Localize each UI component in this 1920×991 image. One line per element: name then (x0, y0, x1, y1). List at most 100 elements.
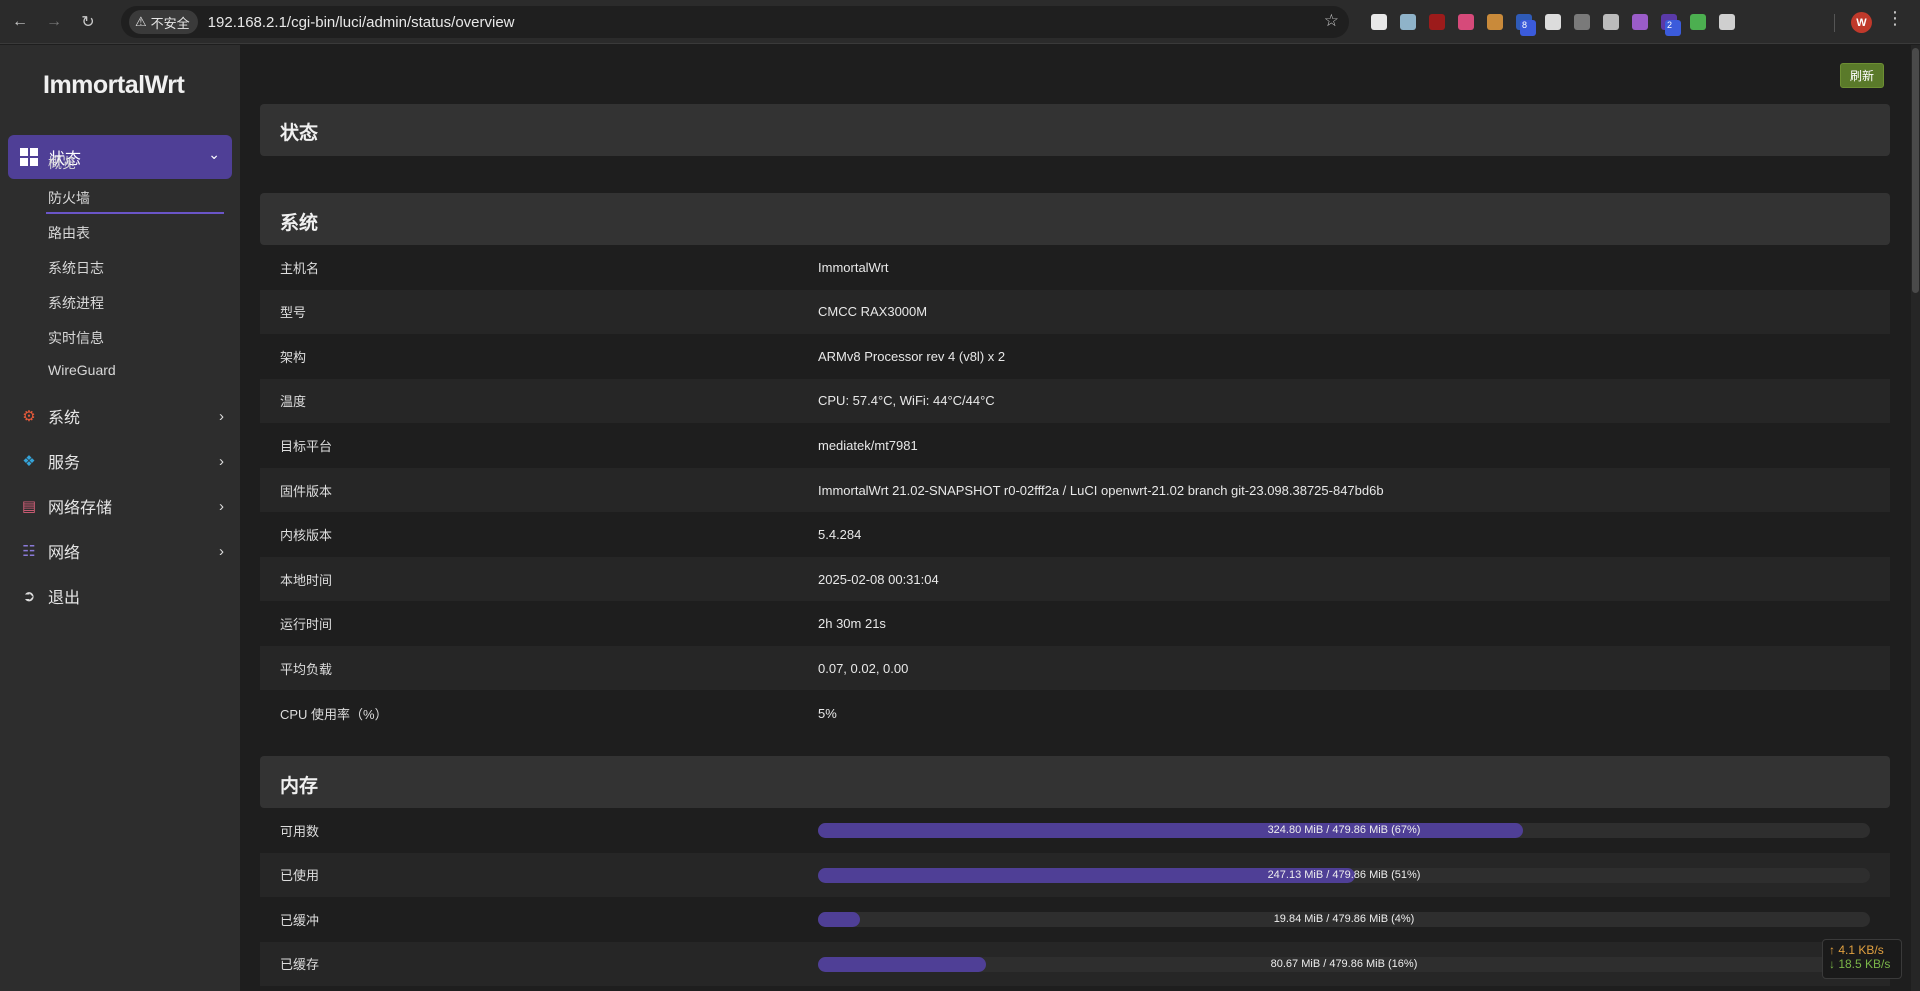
ext-bitwarden-icon[interactable]: 8 (1509, 8, 1538, 36)
row-label: 固件版本 (280, 483, 333, 499)
system-row: 内核版本 5.4.284 (260, 513, 1890, 557)
back-icon[interactable]: ← (6, 8, 34, 36)
page-scrollbar[interactable] (1911, 45, 1920, 991)
row-label: 运行时间 (280, 617, 333, 633)
ext-ublock-icon[interactable] (1422, 8, 1451, 36)
browser-menu-icon[interactable]: ⋮ (1886, 8, 1904, 29)
submenu-processes[interactable]: 系统进程 (48, 293, 104, 313)
row-value: CMCC RAX3000M (818, 304, 928, 320)
menu-nas-label: 网络存储 (48, 500, 113, 517)
row-value: CPU: 57.4°C, WiFi: 44°C/44°C (818, 393, 995, 409)
system-row: 本地时间 2025-02-08 00:31:04 (260, 557, 1890, 602)
bookmark-star-icon[interactable]: ☆ (1324, 11, 1339, 31)
browser-toolbar: ← → ↻ ⚠ 不安全 192.168.2.1/cgi-bin/luci/adm… (0, 0, 1920, 44)
row-label: 本地时间 (280, 572, 333, 588)
row-value: 2025-02-08 00:31:04 (818, 571, 939, 587)
row-value: ARMv8 Processor rev 4 (v8l) x 2 (818, 348, 1006, 364)
chevron-right-icon: › (219, 542, 224, 560)
progress-label: 324.80 MiB / 479.86 MiB (67%) (1267, 824, 1421, 836)
row-label: CPU 使用率（%） (280, 706, 388, 722)
extension-badge: 2 (1665, 20, 1681, 36)
menu-network-label: 网络 (48, 545, 81, 562)
toolbar-divider (1834, 14, 1835, 32)
extensions-bar: 82 (1364, 8, 1741, 36)
network-speed-widget: ↑ 4.1 KB/s ↓ 18.5 KB/s (1822, 939, 1902, 979)
submenu-wireguard[interactable]: WireGuard (48, 362, 116, 378)
memory-progress-bar: 19.84 MiB / 479.86 MiB (4%) (818, 912, 1870, 928)
system-row: 主机名 ImmortalWrt (260, 245, 1890, 289)
ext-translate-icon[interactable] (1451, 8, 1480, 36)
url-text[interactable]: 192.168.2.1/cgi-bin/luci/admin/status/ov… (208, 14, 515, 31)
scrollbar-thumb[interactable] (1912, 48, 1919, 293)
security-chip[interactable]: ⚠ 不安全 (129, 10, 198, 34)
memory-progress-bar: 80.67 MiB / 479.86 MiB (16%) (818, 956, 1870, 972)
row-value: 5.4.284 (818, 527, 862, 543)
memory-section-title: 内存 (280, 776, 319, 797)
submenu-overview[interactable]: 概览 (48, 153, 76, 173)
ext-10-icon[interactable]: 2 (1654, 8, 1683, 36)
profile-avatar[interactable]: W (1851, 12, 1872, 33)
forward-icon[interactable]: → (40, 8, 68, 36)
ext-7-icon[interactable] (1567, 8, 1596, 36)
row-label: 温度 (280, 394, 307, 410)
ext-8-icon[interactable] (1596, 8, 1625, 36)
upload-speed: ↑ 4.1 KB/s (1829, 943, 1884, 957)
row-label: 可用数 (280, 823, 320, 839)
row-label: 架构 (280, 349, 307, 365)
menu-logout[interactable]: ➲ 退出 (20, 581, 230, 611)
system-section-header: 系统 (260, 193, 1890, 245)
download-speed: ↓ 18.5 KB/s (1829, 957, 1891, 971)
gear-icon: ⚙ (22, 408, 36, 425)
row-label: 已缓冲 (280, 912, 320, 928)
ext-11-icon[interactable] (1683, 8, 1712, 36)
row-value: 0.07, 0.02, 0.00 (818, 660, 909, 676)
chevron-down-icon: ⌄ (208, 146, 220, 162)
menu-status[interactable]: 状态 ⌄ (8, 135, 232, 179)
submenu-realtime[interactable]: 实时信息 (48, 328, 104, 348)
row-label: 内核版本 (280, 528, 333, 544)
system-row: 固件版本 ImmortalWrt 21.02-SNAPSHOT r0-02fff2… (260, 468, 1890, 512)
memory-row: 已使用 247.13 MiB / 479.86 MiB (51%) (260, 852, 1890, 897)
submenu-firewall[interactable]: 防火墙 (48, 188, 90, 208)
menu-services[interactable]: ❖ 服务 › (20, 446, 230, 476)
logo[interactable]: ImmortalWrt (43, 71, 185, 100)
warning-icon: ⚠ (135, 14, 147, 29)
memory-progress-bar: 247.13 MiB / 479.86 MiB (51%) (818, 867, 1870, 883)
progress-label: 247.13 MiB / 479.86 MiB (51%) (1267, 868, 1421, 881)
menu-services-label: 服务 (48, 455, 81, 472)
row-label: 已使用 (280, 868, 320, 884)
row-value: 2h 30m 21s (818, 616, 886, 632)
address-bar[interactable]: ⚠ 不安全 192.168.2.1/cgi-bin/luci/admin/sta… (121, 6, 1349, 38)
menu-nas[interactable]: ▤ 网络存储 › (20, 491, 230, 521)
ext-cookie-icon[interactable] (1480, 8, 1509, 36)
chevron-right-icon: › (219, 407, 224, 425)
chevron-right-icon: › (219, 497, 224, 515)
network-icon: ☷ (22, 543, 36, 560)
page-title-bar: 状态 (260, 104, 1890, 156)
memory-row: 已缓冲 19.84 MiB / 479.86 MiB (4%) (260, 897, 1890, 941)
ext-6-icon[interactable] (1538, 8, 1567, 36)
extension-badge: 8 (1520, 20, 1536, 36)
refresh-button[interactable]: 刷新 (1840, 63, 1885, 88)
system-row: 型号 CMCC RAX3000M (260, 289, 1890, 334)
storage-icon: ▤ (21, 498, 37, 515)
system-row: 温度 CPU: 57.4°C, WiFi: 44°C/44°C (260, 378, 1890, 423)
main-content: 刷新 状态 系统 主机名 ImmortalWrt 型号 CMCC RAX3000M 架构… (240, 45, 1920, 991)
ext-9-icon[interactable] (1625, 8, 1654, 36)
row-value: ImmortalWrt 21.02-SNAPSHOT r0-02fff2a / … (818, 482, 1384, 498)
submenu-syslog[interactable]: 系统日志 (48, 258, 104, 278)
submenu-routes[interactable]: 路由表 (48, 223, 90, 243)
ext-2-icon[interactable] (1393, 8, 1422, 36)
row-value: mediatek/mt7981 (818, 437, 918, 453)
reload-icon[interactable]: ↻ (74, 8, 102, 36)
ext-puzzle-icon[interactable] (1712, 8, 1741, 36)
ext-1-icon[interactable] (1364, 8, 1393, 36)
memory-row: 已缓存 80.67 MiB / 479.86 MiB (16%) (260, 941, 1890, 986)
system-row: 平均负载 0.07, 0.02, 0.00 (260, 646, 1890, 691)
menu-logout-label: 退出 (48, 590, 81, 607)
page-title: 状态 (280, 123, 319, 144)
system-row: CPU 使用率（%） 5% (260, 691, 1890, 735)
row-label: 已缓存 (280, 957, 320, 973)
menu-system[interactable]: ⚙ 系统 › (20, 401, 230, 431)
menu-network[interactable]: ☷ 网络 › (20, 536, 230, 566)
